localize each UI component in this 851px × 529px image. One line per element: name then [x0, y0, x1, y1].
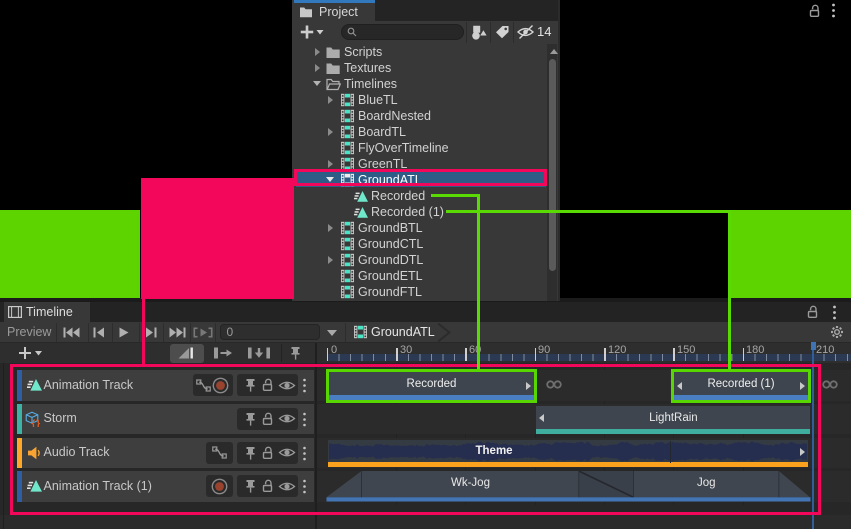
svg-text:{: { — [31, 418, 35, 427]
svg-text:}: } — [36, 418, 40, 427]
